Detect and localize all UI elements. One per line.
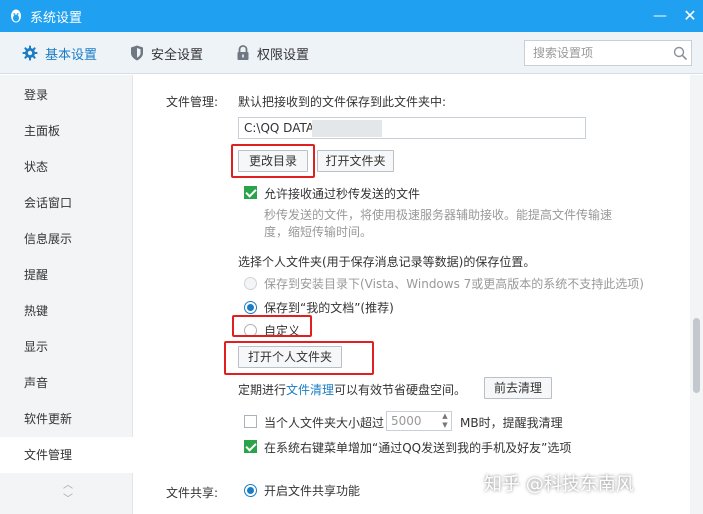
download-path-input[interactable] (238, 117, 586, 139)
stepper-down-icon[interactable]: ▼ (439, 421, 451, 430)
size-limit-label-prefix: 当个人文件夹大小超过 (264, 416, 385, 430)
settings-sidebar: 登录 主面板 状态 会话窗口 信息展示 提醒 热键 显示 声音 软件更新 文件管… (0, 75, 133, 514)
tab-label: 安全设置 (151, 47, 204, 63)
sidebar-item-status[interactable]: 状态 (0, 149, 133, 185)
radio-install-dir-label: 保存到安装目录下(Vista、Windows 7或更高版本的系统不支持此选项) (264, 277, 644, 291)
go-cleanup-button[interactable]: 前去清理 (484, 377, 552, 399)
scrollbar-thumb[interactable] (693, 318, 700, 393)
sidebar-item-hotkey[interactable]: 热键 (0, 293, 133, 329)
size-limit-stepper[interactable]: ▲ ▼ (386, 411, 452, 431)
lock-icon (237, 45, 249, 60)
sidebar-item-chat-window[interactable]: 会话窗口 (0, 185, 133, 221)
cleanup-suffix: 可以有效节省硬盘空间。 (334, 383, 467, 397)
minimize-button[interactable]: — (650, 6, 670, 26)
chevron-up-icon[interactable]: ︿ (58, 479, 78, 493)
sidebar-item-file-management[interactable]: 文件管理 (0, 437, 133, 473)
context-menu-label: 在系统右键菜单增加“通过QQ发送到我的手机及好友”选项 (264, 441, 572, 455)
open-folder-button[interactable]: 打开文件夹 (317, 150, 394, 172)
save-location-desc: 默认把接收到的文件保存到此文件夹中: (238, 95, 447, 109)
file-sharing-label: 文件共享: (166, 486, 219, 500)
sidebar-item-display[interactable]: 显示 (0, 329, 133, 365)
instant-transfer-desc-line1: 秒传发送的文件，将使用极速服务器辅助接收。能提高文件传输速 (264, 208, 613, 222)
radio-my-documents[interactable] (244, 301, 257, 314)
sidebar-item-sound[interactable]: 声音 (0, 365, 133, 401)
instant-transfer-label: 允许接收通过秒传发送的文件 (264, 187, 421, 201)
instant-transfer-checkbox[interactable] (244, 186, 257, 199)
close-button[interactable]: ✕ (680, 6, 700, 26)
tab-basic-settings[interactable]: 基本设置 (22, 43, 97, 63)
instant-transfer-desc-line2: 度，缩短传输时间。 (264, 225, 373, 239)
tab-label: 权限设置 (257, 47, 310, 63)
tab-permission-settings[interactable]: 权限设置 (236, 43, 309, 63)
highlight-box (231, 144, 315, 178)
search-icon[interactable] (673, 46, 688, 61)
context-menu-checkbox[interactable] (244, 440, 257, 453)
qq-penguin-icon (11, 9, 21, 23)
title-bar: 系统设置 — ✕ (0, 0, 703, 32)
file-sharing-enable-label: 开启文件共享功能 (264, 484, 361, 498)
stepper-up-icon[interactable]: ▲ (439, 412, 451, 421)
file-management-label: 文件管理: (166, 95, 219, 109)
search-input[interactable] (525, 41, 665, 65)
radio-my-documents-label: 保存到“我的文档”(推荐) (264, 301, 394, 315)
cleanup-desc: 定期进行文件清理可以有效节省硬盘空间。 (238, 381, 466, 398)
personal-folder-desc: 选择个人文件夹(用于保存消息记录等数据)的保存位置。 (238, 255, 536, 269)
sidebar-item-login[interactable]: 登录 (0, 77, 133, 113)
file-cleanup-link[interactable]: 文件清理 (286, 383, 334, 397)
radio-install-dir (244, 277, 257, 290)
watermark: 知乎 @科技东南风 (484, 474, 634, 495)
sidebar-item-software-update[interactable]: 软件更新 (0, 401, 133, 437)
shield-icon (131, 45, 143, 61)
size-limit-input[interactable] (387, 412, 437, 430)
sidebar-item-main-panel[interactable]: 主面板 (0, 113, 133, 149)
settings-search[interactable] (524, 40, 692, 66)
sidebar-scroll-arrows[interactable]: ︿ ﹀ (58, 479, 78, 507)
content-scrollbar[interactable] (690, 75, 703, 514)
file-sharing-enable-radio[interactable] (244, 484, 257, 497)
size-limit-label-suffix: MB时，提醒我清理 (460, 416, 563, 430)
chevron-down-icon[interactable]: ﹀ (58, 493, 78, 507)
tab-label: 基本设置 (45, 47, 98, 63)
highlight-box (224, 341, 374, 375)
window-title: 系统设置 (30, 10, 83, 26)
gear-icon (22, 45, 38, 61)
highlight-box (232, 315, 312, 337)
sidebar-item-info-display[interactable]: 信息展示 (0, 221, 133, 257)
cleanup-prefix: 定期进行 (238, 383, 287, 397)
path-redaction (312, 120, 382, 137)
sidebar-item-reminder[interactable]: 提醒 (0, 257, 133, 293)
settings-tab-bar: 基本设置 安全设置 权限设置 (0, 32, 703, 74)
settings-content: 文件管理: 默认把接收到的文件保存到此文件夹中: 更改目录 打开文件夹 允许接收… (134, 75, 689, 514)
tab-security-settings[interactable]: 安全设置 (130, 43, 203, 63)
size-limit-checkbox[interactable] (244, 415, 257, 428)
